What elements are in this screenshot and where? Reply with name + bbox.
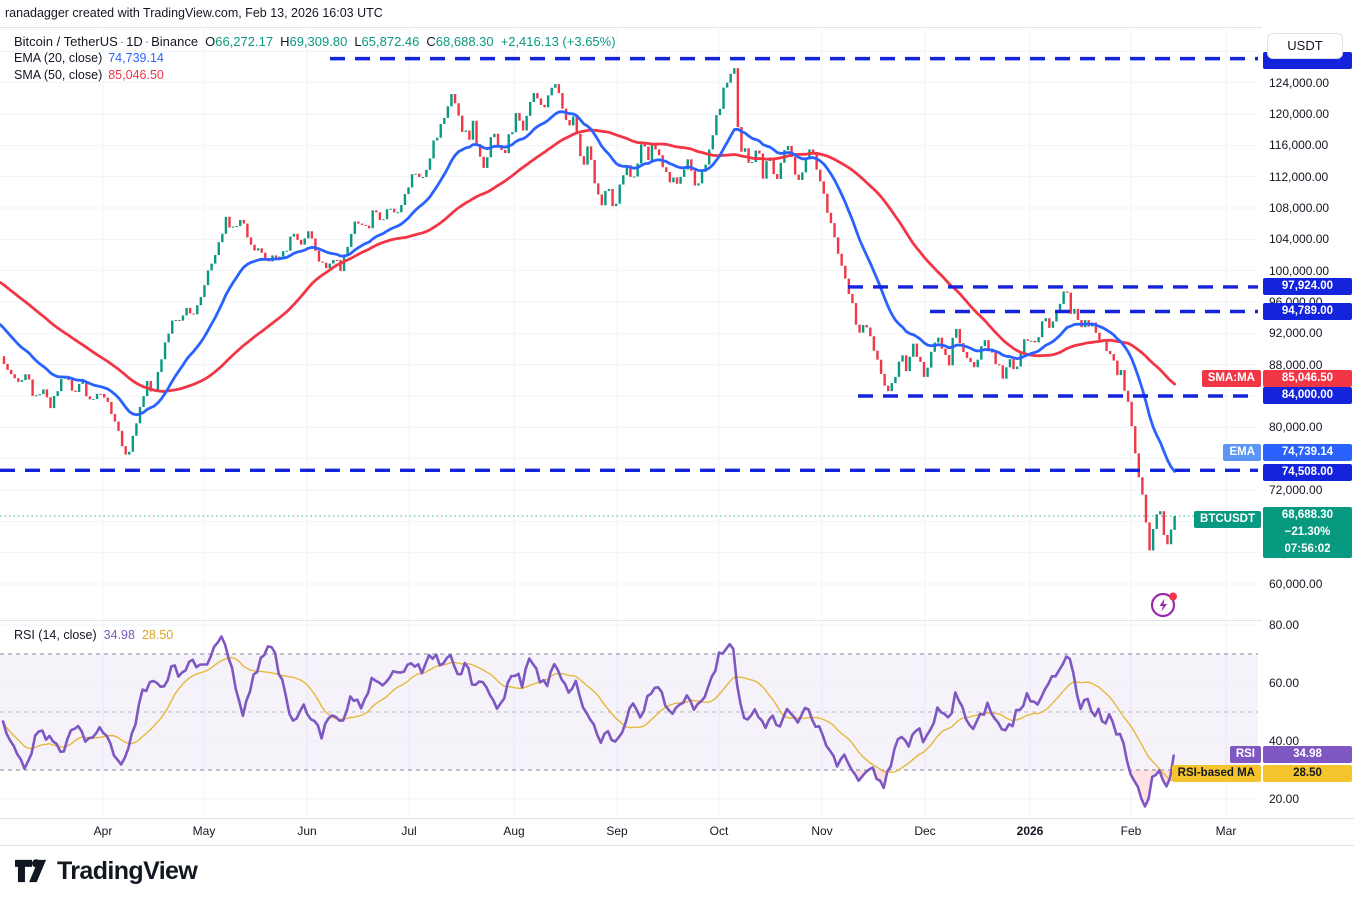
price-axis-label: 104,000.00	[1269, 232, 1330, 247]
ohlc-close: C68,688.30	[426, 34, 494, 49]
price-axis-label: 112,000.00	[1269, 169, 1329, 184]
rsi-axis-label: 80.00	[1269, 618, 1300, 632]
price-axis-label: 60,000.00	[1269, 576, 1323, 591]
symbol-title: Bitcoin / TetherUS · 1D · Binance	[14, 34, 199, 49]
rsi-ma-axis-tag: RSI-based MA	[1171, 765, 1261, 782]
rsi-axis-label: 60.00	[1269, 676, 1300, 690]
price-axis-label: 124,000.00	[1269, 75, 1330, 90]
level-badge-84000: 84,000.00	[1263, 387, 1352, 404]
ohlc-open: O66,272.17	[205, 34, 274, 49]
price-axis-label: 116,000.00	[1269, 138, 1329, 153]
rsi-legend-value: 34.98	[103, 628, 135, 642]
rsi-ma-legend-value: 28.50	[141, 628, 174, 642]
level-badge-94789: 94,789.00	[1263, 303, 1352, 320]
price-axis-label: 72,000.00	[1269, 482, 1323, 497]
chart-bottom-border	[0, 845, 1354, 846]
level-badge-74508: 74,508.00	[1263, 464, 1352, 481]
currency-axis-button[interactable]: USDT	[1267, 33, 1343, 59]
price-axis-label: 92,000.00	[1269, 326, 1323, 341]
time-axis-label: Dec	[914, 824, 936, 838]
sma-legend-label: SMA (50, close)	[14, 68, 103, 82]
symbol-price-badge: 68,688.30 −21.30% 07:56:02	[1263, 507, 1352, 558]
symbol-badge-countdown: 07:56:02	[1284, 543, 1331, 555]
price-axis[interactable]: 20.0040.0060.0080.0060,000.0064,000.0072…	[1262, 27, 1354, 818]
price-axis-label: 80,000.00	[1269, 420, 1323, 435]
time-axis-label: Sep	[606, 824, 628, 838]
rsi-ma-value-badge: 28.50	[1263, 765, 1352, 782]
time-axis-border	[0, 818, 1354, 819]
ema-axis-tag: EMA	[1223, 444, 1261, 461]
time-axis-label: Apr	[93, 824, 113, 838]
rsi-value-badge: 34.98	[1263, 746, 1352, 763]
ema-legend-row[interactable]: EMA (20, close) 74,739.14	[14, 51, 164, 65]
time-axis-label: Feb	[1120, 824, 1142, 838]
ema-legend-label: EMA (20, close)	[14, 51, 103, 65]
symbol-badge-price: 68,688.30	[1281, 509, 1334, 521]
symbol-axis-tag: BTCUSDT	[1194, 511, 1261, 528]
time-axis-label: Aug	[503, 824, 525, 838]
rsi-chart-pane[interactable]	[0, 620, 1262, 818]
time-axis-label: Mar	[1215, 824, 1237, 838]
notification-dot-icon	[1169, 592, 1177, 601]
lightning-bolt-icon	[1159, 598, 1167, 612]
level-badge-97924: 97,924.00	[1263, 278, 1352, 295]
tradingview-logo[interactable]: TradingView	[15, 856, 198, 886]
price-axis-label: 100,000.00	[1269, 263, 1330, 278]
rsi-legend-row[interactable]: RSI (14, close) 34.98 28.50	[14, 628, 173, 642]
time-axis-label: Jun	[297, 824, 317, 838]
symbol-legend-row[interactable]: Bitcoin / TetherUS · 1D · Binance O66,272.17 H…	[14, 34, 616, 49]
rsi-legend-label: RSI (14, close)	[14, 628, 97, 642]
rsi-axis-tag: RSI	[1229, 746, 1261, 763]
time-axis-label: Oct	[709, 824, 729, 838]
attribution-text: ranadagger created with TradingView.com,…	[5, 6, 383, 20]
ohlc-low: L65,872.46	[354, 34, 420, 49]
price-axis-label: 120,000.00	[1269, 107, 1330, 121]
ohlc-high: H69,309.80	[280, 34, 348, 49]
rsi-axis-label: 20.00	[1269, 792, 1300, 806]
tradingview-logo-text: TradingView	[57, 856, 198, 885]
time-axis-label: Jul	[401, 824, 417, 838]
symbol-badge-change: −21.30%	[1284, 526, 1331, 538]
sma-price-badge: 85,046.50	[1263, 370, 1352, 387]
lightning-button[interactable]	[1147, 588, 1181, 622]
price-axis-label: 108,000.00	[1269, 201, 1330, 215]
time-axis-label: 2026	[1016, 824, 1044, 838]
time-axis-label: May	[192, 824, 216, 838]
ema-legend-value: 74,739.14	[108, 51, 164, 65]
time-axis-label: Nov	[811, 824, 833, 838]
ema-price-badge: 74,739.14	[1263, 444, 1352, 461]
tradingview-mark-icon	[15, 859, 47, 883]
sma-legend-value: 85,046.50	[108, 68, 164, 82]
sma-axis-tag: SMA:MA	[1201, 370, 1261, 387]
sma-legend-row[interactable]: SMA (50, close) 85,046.50	[14, 68, 164, 82]
price-chart-pane[interactable]	[0, 27, 1262, 620]
ohlc-change: +2,416.13 (+3.65%)	[500, 34, 616, 49]
